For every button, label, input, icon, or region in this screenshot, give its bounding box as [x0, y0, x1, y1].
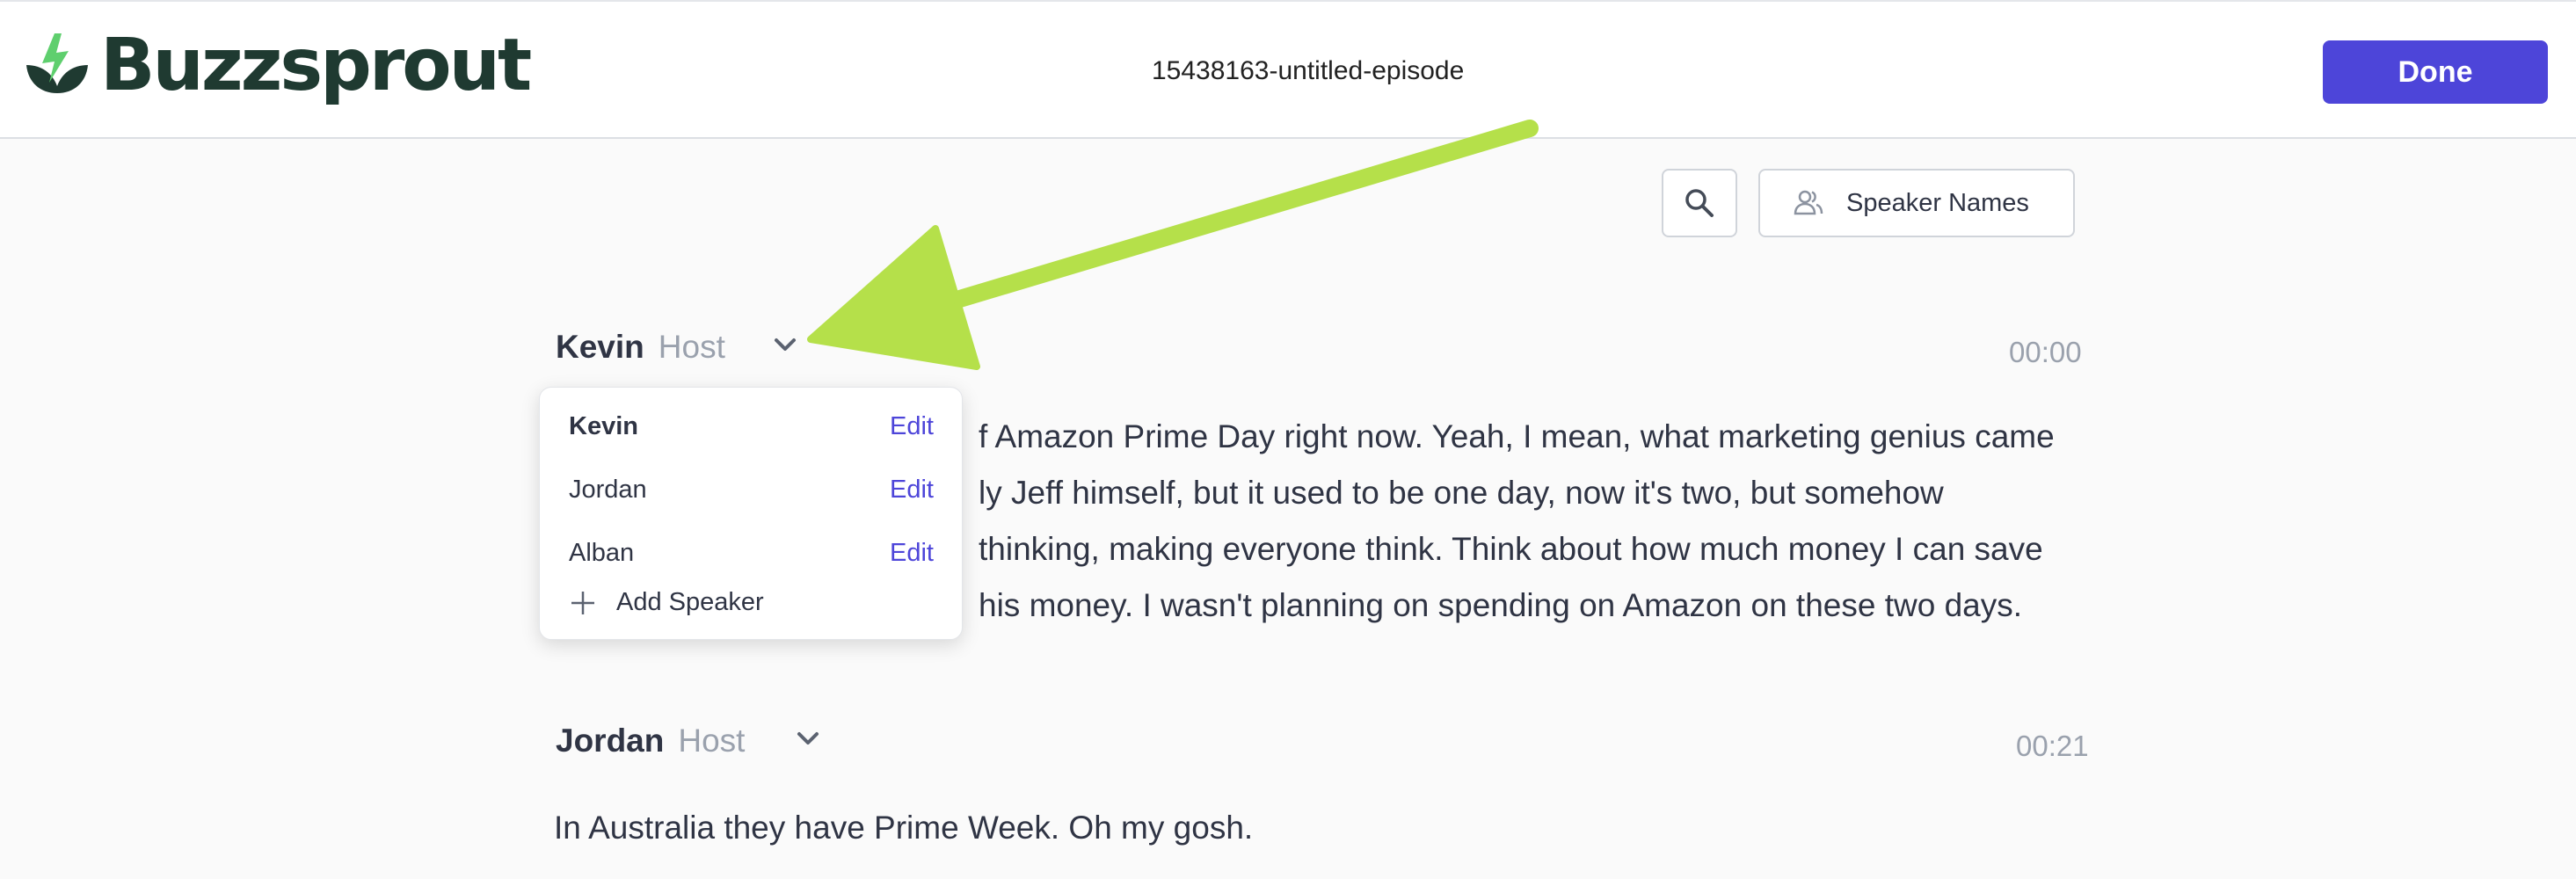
episode-title: 15438163-untitled-episode [1152, 56, 1465, 85]
edit-speaker-link[interactable]: Edit [890, 476, 934, 505]
speaker-name: Kevin [556, 329, 644, 365]
segment-timestamp[interactable]: 00:21 [2016, 730, 2089, 763]
speaker-dropdown-toggle[interactable] [768, 331, 803, 358]
buzzsprout-logo[interactable]: Buzzsprout [23, 24, 532, 107]
speaker-name: Jordan [556, 723, 665, 759]
speaker-option[interactable]: Alban Edit [540, 528, 962, 581]
search-icon [1685, 189, 1714, 217]
app-header: Buzzsprout 15438163-untitled-episode Don… [0, 0, 2576, 139]
speaker-names-button[interactable]: Speaker Names [1758, 169, 2075, 237]
edit-speaker-link[interactable]: Edit [890, 412, 934, 441]
chevron-down-icon [774, 338, 796, 351]
speakers-icon [1794, 190, 1823, 215]
transcript-text[interactable]: In Australia they have Prime Week. Oh my… [554, 800, 2101, 856]
plus-icon [571, 591, 594, 614]
logo-wordmark: Buzzsprout [100, 24, 532, 107]
segment-header: Kevin Host [556, 329, 803, 366]
speaker-option-name[interactable]: Alban [569, 539, 634, 568]
add-speaker-button[interactable]: Add Speaker [569, 588, 764, 617]
edit-speaker-link[interactable]: Edit [890, 539, 934, 568]
speaker-option-name[interactable]: Jordan [569, 476, 647, 505]
transcript-line[interactable]: In Australia they have Prime Week. Oh my… [554, 800, 2101, 856]
chevron-down-icon [797, 732, 819, 745]
speaker-dropdown-toggle[interactable] [790, 725, 826, 752]
speaker-option[interactable]: Kevin Edit [540, 402, 962, 454]
speaker-dropdown-menu: Kevin Edit Jordan Edit Alban Edit Add Sp… [539, 387, 963, 640]
sprout-logo-icon [26, 33, 88, 93]
add-speaker-label: Add Speaker [616, 588, 764, 616]
speaker-names-label: Speaker Names [1846, 188, 2029, 217]
speaker-option-name[interactable]: Kevin [569, 412, 638, 441]
segment-timestamp[interactable]: 00:00 [2009, 336, 2082, 369]
speaker-role: Host [678, 723, 746, 759]
speaker-option[interactable]: Jordan Edit [540, 465, 962, 518]
done-button[interactable]: Done [2323, 40, 2548, 104]
segment-header: Jordan Host [556, 723, 826, 759]
search-button[interactable] [1662, 169, 1737, 237]
speaker-role: Host [658, 329, 725, 365]
